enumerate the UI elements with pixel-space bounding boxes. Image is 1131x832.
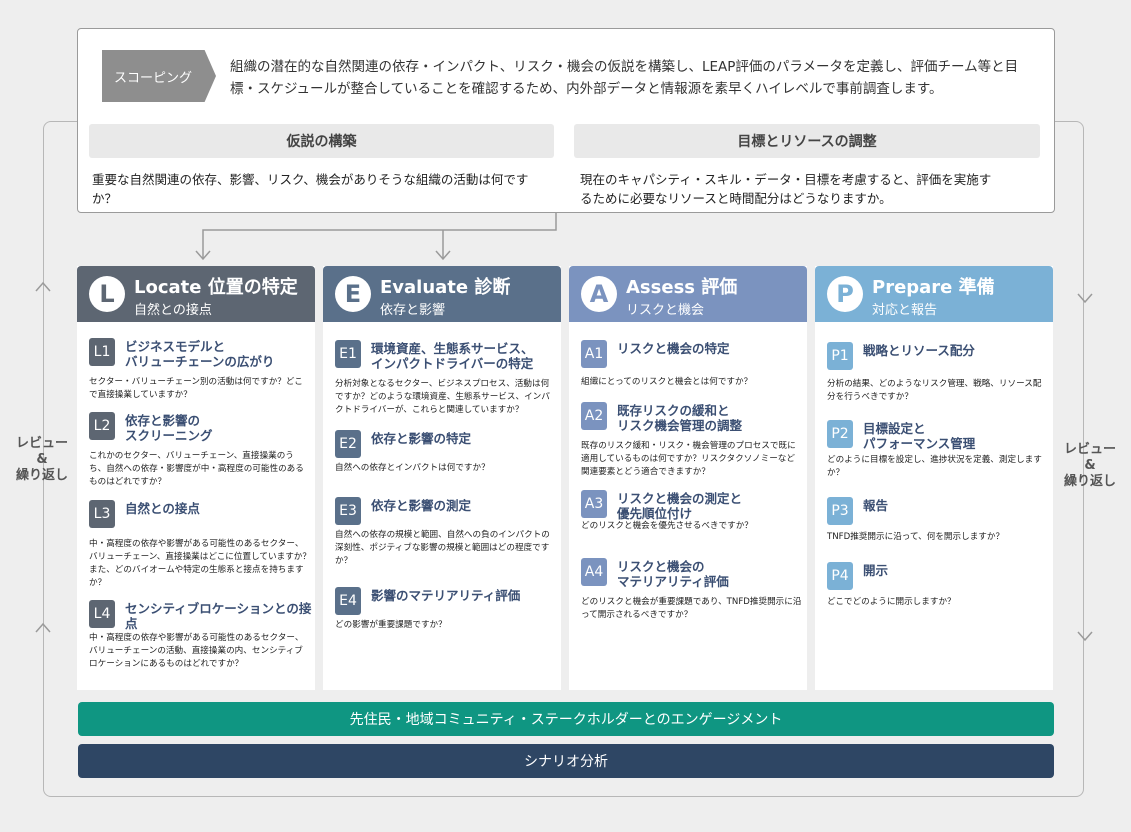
step-question: 分析対象となるセクター、ビジネスプロセス、活動は何ですか？どのような環境資産、生… xyxy=(335,379,550,415)
step-code-badge: L3 xyxy=(89,500,115,528)
step-question: TNFD推奨開示に沿って、何を開示しますか？ xyxy=(827,532,1005,542)
hypothesis-question: 重要な自然関連の依存、影響、リスク、機会がありそうな組織の活動は何ですか？ xyxy=(92,172,529,206)
right-down-arrow-1 xyxy=(1077,293,1093,304)
phase-column-assess: A Assess 評価リスクと機会 A1 リスクと機会の特定組織にとってのリスクと機会… xyxy=(569,266,807,690)
step-code-badge: P3 xyxy=(827,497,853,525)
phase-header-assess: A Assess 評価リスクと機会 xyxy=(569,266,807,322)
review-label-left-line1: レビュー xyxy=(15,436,68,451)
phase-title: Locate 位置の特定 xyxy=(134,277,298,298)
phase-subtitle: 自然との接点 xyxy=(134,303,212,318)
step-title: 自然との接点 xyxy=(125,501,200,516)
phase-header-evaluate: E Evaluate 診断依存と影響 xyxy=(323,266,561,322)
step-title: 目標設定と パフォーマンス管理 xyxy=(863,421,976,451)
phase-title: Assess 評価 xyxy=(626,277,738,298)
step-code-badge: E1 xyxy=(335,340,361,368)
step-title: リスクと機会の特定 xyxy=(617,341,730,356)
phase-subtitle: 依存と影響 xyxy=(380,303,446,318)
step-title: 影響のマテリアリティ評価 xyxy=(371,588,521,603)
step-code-badge: A3 xyxy=(581,490,607,518)
phase-subtitle: 対応と報告 xyxy=(872,303,938,318)
step-code-badge: P4 xyxy=(827,562,853,590)
step-code-badge: L4 xyxy=(89,600,115,628)
step-title: 依存と影響の スクリーニング xyxy=(125,413,213,443)
step-title: 戦略とリソース配分 xyxy=(863,343,975,358)
right-down-arrow-2 xyxy=(1077,631,1093,642)
step-title: リスクと機会の マテリアリティ評価 xyxy=(617,559,729,589)
phase-header-locate: L Locate 位置の特定自然との接点 xyxy=(77,266,315,322)
step-title: 依存と影響の測定 xyxy=(371,498,472,513)
phase-subtitle: リスクと機会 xyxy=(626,303,705,318)
step-question: 組織にとってのリスクと機会とは何ですか？ xyxy=(581,377,753,387)
step-question: これかのセクター、バリューチェーン、直接操業のうち、自然への依存・影響度が中・高… xyxy=(89,451,304,487)
step-code-badge: E2 xyxy=(335,430,361,458)
step-code-badge: P2 xyxy=(827,420,853,448)
hypothesis-title: 仮説の構築 xyxy=(89,124,554,158)
step-question: どのリスクと機会を優先させるべきですか？ xyxy=(581,521,753,531)
review-label-left-line2: & xyxy=(36,452,48,467)
phase-title: Evaluate 診断 xyxy=(380,277,511,298)
review-label-right-line2: & xyxy=(1084,458,1096,473)
step-title: リスクと機会の測定と 優先順位付け xyxy=(617,491,743,521)
step-title: 依存と影響の特定 xyxy=(371,431,472,446)
step-code-badge: P1 xyxy=(827,342,853,370)
step-title: 環境資産、生態系サービス、 インパクトドライバーの特定 xyxy=(371,341,534,371)
step-question: どの影響が重要課題ですか？ xyxy=(335,620,447,630)
review-label-left-line3: 繰り返し xyxy=(15,468,68,483)
step-title: 既存リスクの緩和と リスク機会管理の調整 xyxy=(617,403,743,433)
step-title: 開示 xyxy=(863,563,889,578)
step-question: どのリスクと機会が重要課題であり、TNFD推奨開示に沿って開示されるべきですか？ xyxy=(581,597,802,620)
resources-question: 現在のキャパシティ・スキル・データ・目標を考慮すると、評価を実施するために必要な… xyxy=(580,172,992,206)
scenario-analysis-bar: シナリオ分析 xyxy=(78,744,1054,778)
step-question: セクター・バリューチェーン別の活動は何ですか？どこで直接操業していますか？ xyxy=(89,377,303,400)
step-code-badge: A1 xyxy=(581,340,607,368)
step-code-badge: L1 xyxy=(89,338,115,366)
step-question: どのように目標を設定し、進捗状況を定義、測定しますか？ xyxy=(827,455,1042,478)
phase-letter-badge: E xyxy=(335,276,371,312)
step-code-badge: L2 xyxy=(89,412,115,440)
step-question: どこでどのように開示しますか？ xyxy=(827,597,956,607)
step-question: 中・高程度の依存や影響がある可能性のあるセクター、バリューチェーンの活動、直接操… xyxy=(89,633,304,669)
step-question: 自然への依存の規模と範囲、自然への負のインパクトの深刻性、ポジティブな影響の規模… xyxy=(335,530,550,566)
scoping-description: 組織の潜在的な自然関連の依存・インパクト、リスク・機会の仮説を構築し、LEAP評… xyxy=(230,59,1019,97)
phase-letter-badge: P xyxy=(827,276,863,312)
review-label-right-line3: 繰り返し xyxy=(1063,474,1116,489)
step-question: 分析の結果、どのようなリスク管理、戦略、リソース配分を行うべきですか？ xyxy=(827,379,1042,402)
step-title: ビジネスモデルと バリューチェーンの広がり xyxy=(125,339,275,369)
phase-column-evaluate: E Evaluate 診断依存と影響 E1 環境資産、生態系サービス、 インパクトドラ… xyxy=(323,266,561,690)
review-label-right-line1: レビュー xyxy=(1063,442,1116,457)
step-code-badge: E4 xyxy=(335,587,361,615)
review-label-right: レビュー & 繰り返し xyxy=(1060,442,1120,490)
step-title: 報告 xyxy=(863,498,889,513)
arrow-to-locate xyxy=(202,213,557,258)
phase-letter-badge: L xyxy=(89,276,125,312)
left-up-arrow-2 xyxy=(35,622,51,633)
step-question: 既存のリスク緩和・リスク・機会管理のプロセスで既に適用しているものは何ですか？リ… xyxy=(581,441,796,477)
step-code-badge: A4 xyxy=(581,558,607,586)
step-code-badge: E3 xyxy=(335,497,361,525)
step-question: 自然への依存とインパクトは何ですか？ xyxy=(335,463,490,473)
left-up-arrow-1 xyxy=(35,281,51,292)
phase-column-prepare: P Prepare 準備対応と報告 P1 戦略とリソース配分分析の結果、どのようなリス… xyxy=(815,266,1053,690)
phase-header-prepare: P Prepare 準備対応と報告 xyxy=(815,266,1053,322)
step-question: 中・高程度の依存や影響がある可能性のあるセクター、バリューチェーン、直接操業はど… xyxy=(89,539,311,588)
phase-title: Prepare 準備 xyxy=(872,277,995,298)
phase-letter-badge: A xyxy=(581,276,617,312)
step-code-badge: A2 xyxy=(581,402,607,430)
scoping-label: スコーピング xyxy=(102,50,216,102)
step-title: センシティブロケーションとの接点 xyxy=(125,601,312,631)
phase-column-locate: L Locate 位置の特定自然との接点 L1 ビジネスモデルと バリューチェーンの広… xyxy=(77,266,315,690)
resources-title: 目標とリソースの調整 xyxy=(574,124,1040,158)
engagement-bar: 先住民・地域コミュニティ・ステークホルダーとのエンゲージメント xyxy=(78,702,1054,736)
review-label-left: レビュー & 繰り返し xyxy=(12,436,72,484)
